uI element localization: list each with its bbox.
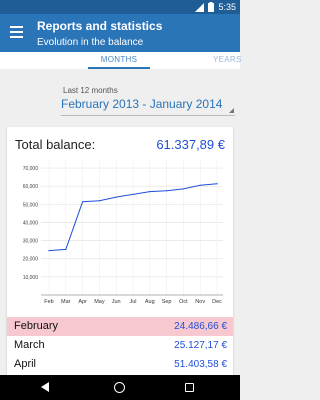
data-point — [166, 190, 168, 192]
status-time: 5:35 — [218, 2, 236, 12]
total-balance-label: Total balance: — [15, 137, 96, 152]
y-tick-label: 70,000 — [23, 166, 39, 172]
data-point — [65, 248, 67, 251]
recent-apps-icon[interactable] — [185, 383, 194, 392]
data-point — [149, 191, 151, 193]
tab-bar: MONTHS YEARS — [0, 52, 242, 69]
monthly-balance-list: February 24.486,66 € March 25.127,17 € A… — [7, 317, 233, 374]
data-point — [182, 188, 184, 190]
y-tick-label: 30,000 — [23, 239, 39, 245]
data-point — [48, 249, 50, 252]
list-item[interactable]: April 51.403,58 € — [7, 355, 233, 374]
data-point — [216, 183, 218, 185]
x-tick-label: Mar — [61, 299, 71, 305]
data-point — [82, 201, 84, 203]
x-tick-label: Nov — [195, 299, 205, 305]
row-value: 24.486,66 € — [174, 321, 227, 332]
period-value: February 2013 - January 2014 — [61, 97, 223, 111]
tab-years[interactable]: YEARS — [213, 52, 242, 69]
x-tick-label: Dec — [212, 299, 222, 305]
hamburger-menu-icon[interactable] — [10, 26, 23, 40]
battery-icon — [208, 2, 215, 12]
list-item[interactable]: February 24.486,66 € — [7, 317, 233, 336]
x-tick-label: Sep — [162, 299, 172, 305]
status-icons: 5:35 — [195, 1, 236, 13]
x-tick-label: Jun — [112, 299, 121, 305]
y-tick-label: 60,000 — [23, 184, 39, 190]
page-title: Reports and statistics — [37, 19, 163, 33]
status-bar: 5:35 — [0, 0, 240, 14]
signal-icon — [195, 2, 205, 12]
row-month: February — [14, 320, 59, 332]
x-tick-label: May — [94, 299, 105, 305]
data-point — [98, 200, 100, 202]
page-subtitle: Evolution in the balance — [37, 37, 144, 48]
data-point — [199, 184, 201, 186]
balance-card: Total balance: 61.337,89 € 10,000 20,000 3… — [7, 127, 233, 377]
row-month: April — [14, 358, 37, 370]
data-point — [115, 196, 117, 198]
row-month: March — [14, 339, 45, 351]
x-tick-label: Feb — [44, 299, 53, 305]
y-tick-label: 40,000 — [23, 220, 39, 226]
y-tick-label: 10,000 — [23, 275, 39, 281]
dropdown-arrow-icon — [229, 108, 234, 113]
app-bar: Reports and statistics Evolution in the … — [0, 14, 240, 52]
y-tick-label: 20,000 — [23, 257, 39, 263]
y-tick-label: 50,000 — [23, 202, 39, 208]
x-tick-label: Aug — [145, 299, 155, 305]
x-tick-label: Oct — [179, 299, 188, 305]
period-dropdown[interactable]: February 2013 - January 2014 — [61, 96, 235, 116]
home-icon[interactable] — [114, 382, 125, 393]
data-point — [132, 193, 134, 195]
list-item[interactable]: March 25.127,17 € — [7, 336, 233, 355]
back-icon[interactable] — [41, 382, 49, 392]
row-value: 51.403,58 € — [174, 359, 227, 370]
row-value: 25.127,17 € — [174, 340, 227, 351]
period-label: Last 12 months — [63, 86, 118, 95]
navigation-bar — [0, 375, 240, 400]
total-balance-value: 61.337,89 € — [156, 137, 225, 152]
tab-months[interactable]: MONTHS — [88, 52, 150, 69]
balance-line-chart: 10,000 20,000 30,000 40,000 50,000 60,000 70,0… — [23, 159, 223, 305]
x-tick-label: Apr — [78, 299, 87, 305]
x-tick-label: Jul — [129, 299, 136, 305]
